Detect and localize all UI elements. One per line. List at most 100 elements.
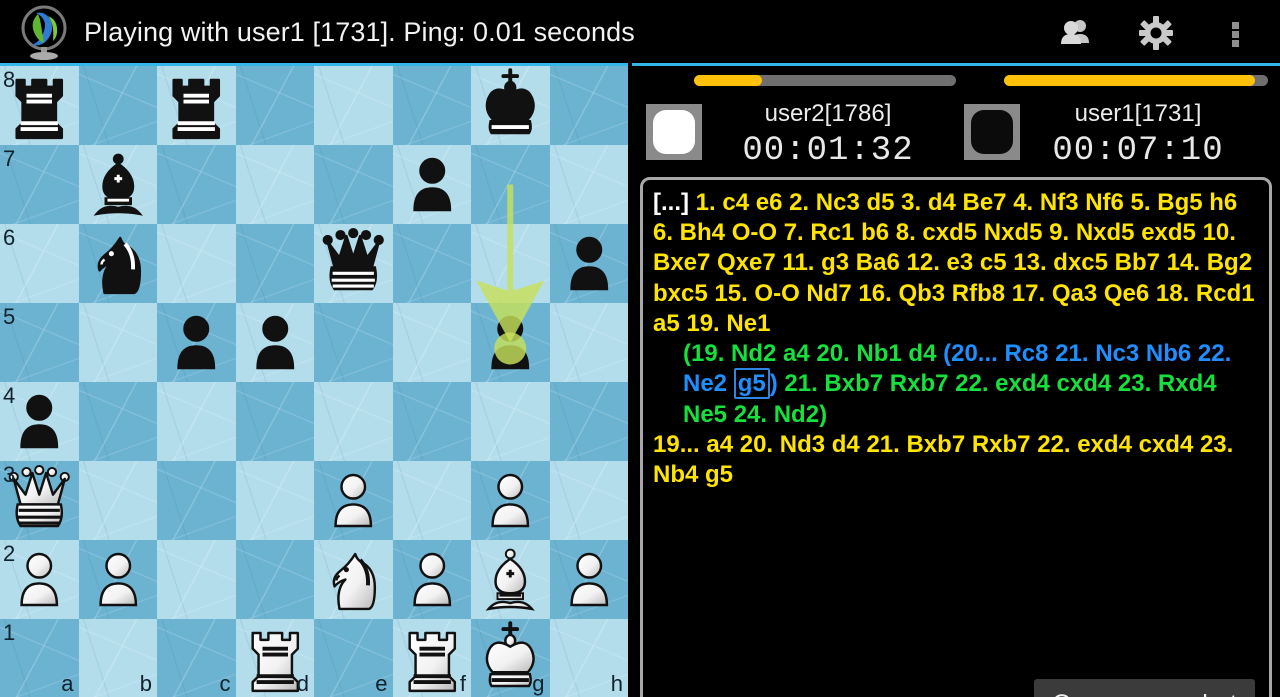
- board-square-g6[interactable]: [471, 224, 550, 303]
- board-square-c6[interactable]: [157, 224, 236, 303]
- board-square-b6[interactable]: [78, 224, 158, 303]
- open-game-chat-button[interactable]: Open game chat: [1034, 679, 1255, 697]
- board-square-b2[interactable]: [78, 540, 158, 619]
- board-square-b4[interactable]: [78, 382, 157, 461]
- mainline-moves-2[interactable]: 19... a4 20. Nd3 d4 21. Bxb7 Rxb7 22. ex…: [653, 431, 1233, 488]
- board-square-e7[interactable]: [314, 145, 393, 224]
- board-square-b7[interactable]: [78, 145, 158, 224]
- board-square-h6[interactable]: [549, 224, 629, 303]
- board-square-h7[interactable]: [549, 145, 628, 224]
- white-bishop-on-g2[interactable]: [471, 540, 550, 619]
- board-square-e4[interactable]: [314, 382, 393, 461]
- board-square-g5[interactable]: [471, 303, 550, 382]
- white-pawn-on-f2[interactable]: [393, 540, 472, 619]
- mainline-moves-1[interactable]: 1. c4 e6 2. Nc3 d5 3. d4 Be7 4. Nf3 Nf6 …: [653, 189, 1255, 337]
- board-square-d6[interactable]: [235, 224, 314, 303]
- board-square-g3[interactable]: [471, 461, 550, 540]
- board-square-e2[interactable]: [314, 540, 393, 619]
- black-queen-on-e6[interactable]: [314, 224, 393, 303]
- board-square-b5[interactable]: [78, 303, 157, 382]
- white-time-bar: [694, 75, 956, 86]
- board-square-d3[interactable]: [235, 461, 314, 540]
- board-square-g2[interactable]: [471, 540, 550, 619]
- board-square-h3[interactable]: [549, 461, 628, 540]
- board-square-e1[interactable]: e: [314, 619, 393, 697]
- board-square-a6[interactable]: 6: [0, 224, 79, 303]
- player-slot-white[interactable]: user2[1786] 00:01:32: [640, 70, 964, 176]
- board-square-g1[interactable]: g: [471, 619, 550, 697]
- board-square-h5[interactable]: [549, 303, 628, 382]
- board-square-c2[interactable]: [157, 540, 236, 619]
- white-pawn-on-e3[interactable]: [314, 461, 393, 540]
- subvariation-close[interactable]: ): [770, 370, 778, 397]
- white-pawn-on-h2[interactable]: [550, 540, 629, 619]
- board-square-c7[interactable]: [157, 145, 236, 224]
- chess-board-container[interactable]: 8 7 6 5 4 3 2 1 a b c d e f g h: [0, 63, 628, 697]
- overflow-menu-icon[interactable]: [1218, 15, 1254, 51]
- move-list-prefix[interactable]: [...]: [653, 189, 689, 216]
- move-list-panel[interactable]: [...] 1. c4 e6 2. Nc3 d5 3. d4 Be7 4. Nf…: [640, 177, 1272, 697]
- board-square-h8[interactable]: [549, 66, 628, 145]
- board-square-e8[interactable]: [314, 66, 393, 145]
- board-square-h1[interactable]: h: [549, 619, 628, 697]
- board-square-d2[interactable]: [235, 540, 314, 619]
- board-square-b8[interactable]: [78, 66, 157, 145]
- variation-open[interactable]: (19. Nd2 a4 20. Nb1 d4: [683, 340, 943, 367]
- board-square-a7[interactable]: 7: [0, 145, 79, 224]
- black-pawn-on-g5[interactable]: [471, 303, 550, 382]
- board-square-f8[interactable]: [392, 66, 471, 145]
- board-square-c8[interactable]: [157, 66, 236, 145]
- board-square-e5[interactable]: [314, 303, 393, 382]
- board-square-f7[interactable]: [392, 145, 472, 224]
- board-square-g7[interactable]: [471, 145, 550, 224]
- board-square-c5[interactable]: [157, 303, 236, 382]
- black-bishop-on-b7[interactable]: [79, 145, 158, 224]
- board-square-f1[interactable]: f: [392, 619, 471, 697]
- board-square-d5[interactable]: [235, 303, 315, 382]
- black-king-on-g8[interactable]: [471, 66, 550, 145]
- board-square-f2[interactable]: [392, 540, 472, 619]
- board-square-e3[interactable]: [314, 461, 393, 540]
- black-knight-on-b6[interactable]: [79, 224, 158, 303]
- board-square-e6[interactable]: [314, 224, 393, 303]
- board-square-a2[interactable]: 2: [0, 540, 79, 619]
- black-pawn-on-d5[interactable]: [236, 303, 315, 382]
- board-square-a8[interactable]: 8: [0, 66, 79, 145]
- board-square-a1[interactable]: 1a: [0, 619, 79, 697]
- white-pawn-on-g3[interactable]: [471, 461, 550, 540]
- board-square-h2[interactable]: [549, 540, 629, 619]
- variation-block[interactable]: (19. Nd2 a4 20. Nb1 d4 (20... Rc8 21. Nc…: [653, 339, 1259, 430]
- black-pawn-on-c5[interactable]: [157, 303, 236, 382]
- board-square-c1[interactable]: c: [157, 619, 236, 697]
- black-pawn-on-f7[interactable]: [393, 145, 472, 224]
- board-square-a3[interactable]: 3: [0, 461, 79, 540]
- board-square-f4[interactable]: [392, 382, 471, 461]
- move-list-text[interactable]: [...] 1. c4 e6 2. Nc3 d5 3. d4 Be7 4. Nf…: [643, 180, 1269, 490]
- board-square-d8[interactable]: [235, 66, 314, 145]
- board-square-d4[interactable]: [235, 382, 314, 461]
- players-icon[interactable]: [1058, 15, 1094, 51]
- board-square-b3[interactable]: [78, 461, 157, 540]
- board-square-h4[interactable]: [549, 382, 628, 461]
- square-texture: [471, 145, 550, 224]
- white-pawn-on-b2[interactable]: [79, 540, 158, 619]
- board-square-d1[interactable]: d: [235, 619, 314, 697]
- chess-board[interactable]: 8 7 6 5 4 3 2 1 a b c d e f g h: [0, 66, 628, 697]
- settings-gear-icon[interactable]: [1138, 15, 1174, 51]
- board-square-a5[interactable]: 5: [0, 303, 79, 382]
- player-slot-black[interactable]: user1[1731] 00:07:10: [964, 70, 1276, 176]
- board-square-a4[interactable]: 4: [0, 382, 79, 461]
- board-square-f5[interactable]: [392, 303, 471, 382]
- board-square-d7[interactable]: [235, 145, 314, 224]
- black-pawn-on-h6[interactable]: [550, 224, 629, 303]
- board-square-f6[interactable]: [392, 224, 471, 303]
- board-square-g8[interactable]: [471, 66, 550, 145]
- board-square-c3[interactable]: [157, 461, 236, 540]
- board-square-g4[interactable]: [471, 382, 550, 461]
- black-rook-on-c8[interactable]: [157, 66, 236, 145]
- selected-move[interactable]: g5: [733, 368, 770, 400]
- board-square-c4[interactable]: [157, 382, 236, 461]
- white-knight-on-e2[interactable]: [314, 540, 393, 619]
- board-square-f3[interactable]: [392, 461, 471, 540]
- board-square-b1[interactable]: b: [78, 619, 157, 697]
